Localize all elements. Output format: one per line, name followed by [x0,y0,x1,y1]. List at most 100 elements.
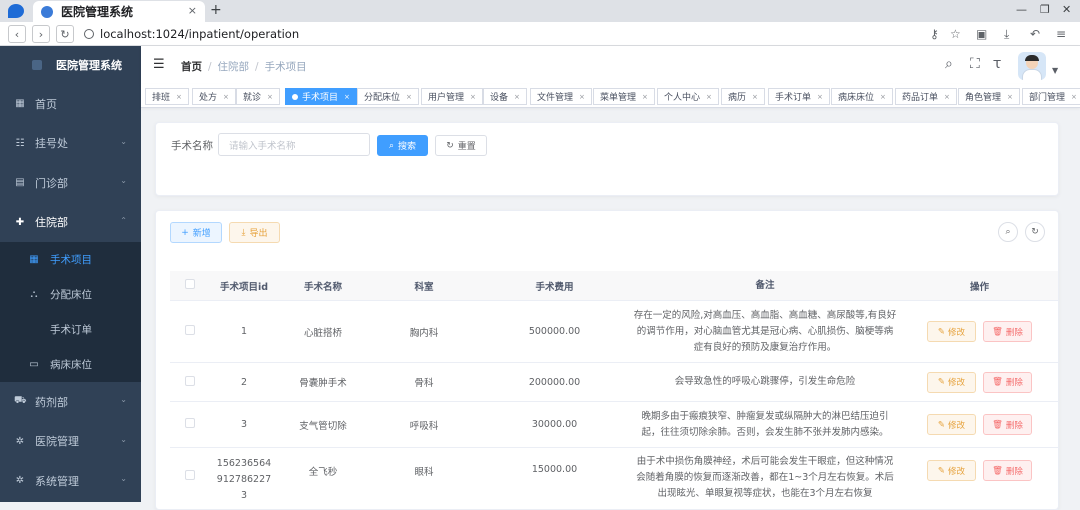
tag-item[interactable]: 个人中心 × [657,88,719,105]
select-all-checkbox[interactable] [185,279,195,289]
tag-item[interactable]: 角色管理 × [958,88,1020,105]
tag-close-icon[interactable]: × [223,93,229,101]
tag-item[interactable]: 菜单管理 × [593,88,655,105]
forward-button[interactable]: › [32,25,50,43]
sidebar-item-inpatient[interactable]: ✚ 住院部 ⌃ [0,203,141,243]
delete-button[interactable]: 🗑 删除 [983,371,1032,393]
tag-label: 设备 [490,93,509,103]
tag-close-icon[interactable]: × [752,93,758,101]
tag-item[interactable]: 就诊 × [236,88,280,105]
tag-item[interactable]: 病床床位 × [831,88,893,105]
minimize-icon[interactable]: — [1016,3,1027,16]
tag-item[interactable]: 处方 × [192,88,236,105]
tag-item[interactable]: 部门管理 × [1022,88,1080,105]
reset-button[interactable]: ↻ 重置 [435,135,487,156]
cell-note: 会导致急性的呼吸心跳骤停，引发生命危险 [674,376,856,387]
maximize-icon[interactable]: ❐ [1040,3,1050,16]
tag-close-icon[interactable]: × [1007,93,1013,101]
tag-close-icon[interactable]: × [944,93,950,101]
row-checkbox[interactable] [185,470,195,480]
tag-item[interactable]: 排班 × [145,88,189,105]
undo-icon[interactable]: ↶ [1030,27,1040,41]
tag-item[interactable]: 病历 × [721,88,765,105]
tag-item[interactable]: 手术订单 × [768,88,830,105]
edit-button[interactable]: ✎ 修改 [927,371,976,393]
key-icon[interactable]: ⚷ [930,27,939,41]
breadcrumb-item[interactable]: 首页 [181,61,202,73]
tag-item[interactable]: 分配床位 × [357,88,419,105]
tag-close-icon[interactable]: × [579,93,585,101]
browser-tab[interactable]: 医院管理系统 × [33,1,205,22]
tag-close-icon[interactable]: × [817,93,823,101]
close-window-icon[interactable]: ✕ [1062,3,1071,16]
extension-icon[interactable]: ▣ [976,27,987,41]
tag-close-icon[interactable]: × [642,93,648,101]
refresh-button[interactable]: ↻ [1025,222,1045,242]
tag-close-icon[interactable]: × [267,93,273,101]
sidebar-item-home[interactable]: ▦ 首页 [0,84,141,124]
sidebar-subitem-label: 分配床位 [50,289,92,301]
row-checkbox[interactable] [185,325,195,335]
tag-close-icon[interactable]: × [406,93,412,101]
tag-close-icon[interactable]: × [880,93,886,101]
sidebar-subitem-operation-order[interactable]: 手术订单 [0,312,141,347]
tag-item[interactable]: 设备 × [483,88,527,105]
sidebar-item-pharmacy[interactable]: ⛟ 药剂部 ⌄ [0,382,141,422]
add-button[interactable]: + 新增 [170,222,222,243]
brand-logo-icon [32,60,42,70]
sidebar-item-registration[interactable]: ☷ 挂号处 ⌄ [0,124,141,164]
edit-button[interactable]: ✎ 修改 [927,414,976,435]
menu-icon[interactable]: ≡ [1056,27,1066,41]
search-button[interactable]: ⌕ 搜索 [377,135,428,156]
font-size-icon[interactable]: ꚍ [993,56,1001,72]
tag-item[interactable]: 文件管理 × [530,88,592,105]
tag-close-icon[interactable]: × [1071,93,1077,101]
reload-button[interactable]: ↻ [56,25,74,43]
row-select-cell [170,418,210,431]
tag-close-icon[interactable]: × [706,93,712,101]
sidebar-subitem-assign-bed[interactable]: ⛬ 分配床位 [0,277,141,312]
edit-button[interactable]: ✎ 修改 [927,321,976,342]
sidebar-item-system-admin[interactable]: ✲ 系统管理 ⌄ [0,461,141,501]
toggle-search-button[interactable]: ⌕ [998,222,1018,242]
tag-close-icon[interactable]: × [176,93,182,101]
tag-item-active[interactable]: 手术项目 × [285,88,357,105]
new-tab-button[interactable]: + [210,2,222,18]
star-icon[interactable]: ☆ [950,27,961,41]
caret-down-icon[interactable]: ▼ [1052,66,1058,75]
tag-item[interactable]: 用户管理 × [421,88,483,105]
tag-close-icon[interactable]: × [344,93,350,101]
search-icon[interactable]: ⌕ [945,56,953,72]
fullscreen-icon[interactable]: ⛶ [970,56,980,72]
cell-fee: 200000.00 [528,376,581,388]
delete-button[interactable]: 🗑 删除 [983,321,1032,342]
tag-close-icon[interactable]: × [514,93,520,101]
tag-label: 手术项目 [302,93,339,103]
site-info-icon[interactable] [84,29,94,39]
edit-button[interactable]: ✎ 修改 [927,460,976,481]
gear-icon: ✲ [15,435,25,447]
cell-id: 3 [240,419,248,430]
export-button-label: 导出 [249,229,268,239]
row-checkbox[interactable] [185,418,195,428]
tab-close-icon[interactable]: × [188,4,197,17]
tag-close-icon[interactable]: × [470,93,476,101]
delete-button[interactable]: 🗑 删除 [983,414,1032,435]
sidebar-item-hospital-admin[interactable]: ✲ 医院管理 ⌄ [0,422,141,462]
column-header: 手术项目id [219,281,269,293]
sidebar-item-outpatient[interactable]: ▤ 门诊部 ⌄ [0,163,141,203]
delete-button[interactable]: 🗑 删除 [983,460,1032,481]
hamburger-icon[interactable]: ☰ [153,57,165,72]
download-icon[interactable]: ⤓ [1004,27,1009,42]
row-checkbox[interactable] [185,375,195,386]
tag-item[interactable]: 药品订单 × [895,88,957,105]
sidebar-subitem-operation[interactable]: ▦ 手术项目 [0,242,141,277]
sidebar-subitem-beds[interactable]: ▭ 病床床位 [0,347,141,382]
url-field[interactable]: localhost:1024/inpatient/operation [84,27,299,41]
export-button[interactable]: ⤓ 导出 [229,222,280,243]
url-text: localhost:1024/inpatient/operation [100,27,300,41]
delete-label: 删除 [1005,327,1023,338]
surgery-name-input[interactable]: 请输入手术名称 [218,133,370,156]
back-button[interactable]: ‹ [8,25,26,43]
avatar[interactable] [1018,52,1046,80]
